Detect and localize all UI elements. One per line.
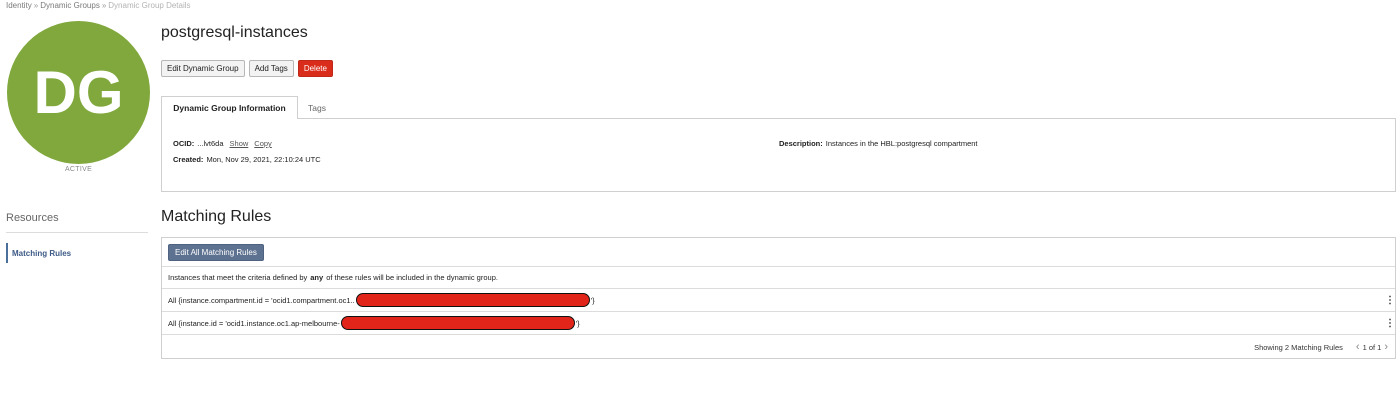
delete-button[interactable]: Delete: [297, 60, 333, 77]
ocid-label: OCID:: [173, 139, 195, 148]
created-row: Created: Mon, Nov 29, 2021, 22:10:24 UTC: [173, 155, 321, 164]
rules-description: Instances that meet the criteria defined…: [162, 267, 1395, 289]
rules-footer: Showing 2 Matching Rules ‹ 1 of 1 ›: [162, 335, 1395, 359]
edit-all-matching-rules-button[interactable]: Edit All Matching Rules: [168, 243, 264, 261]
rules-count: Showing 2 Matching Rules: [1254, 342, 1343, 352]
rules-description-before: Instances that meet the criteria defined…: [168, 273, 308, 282]
description-row: Description: Instances in the HBL:postgr…: [779, 139, 978, 148]
redaction-mark: [355, 293, 590, 307]
description-value: Instances in the HBL:postgresql compartm…: [825, 139, 978, 148]
show-ocid-link[interactable]: Show: [230, 139, 249, 148]
breadcrumb: Identity» Dynamic Groups» Dynamic Group De…: [6, 1, 191, 10]
breadcrumb-dynamic-groups[interactable]: Dynamic Groups: [40, 1, 100, 10]
resources-item-matching-rules[interactable]: Matching Rules: [6, 243, 71, 263]
rule-text-suffix: '}: [590, 295, 595, 305]
pagination: ‹ 1 of 1 ›: [1353, 341, 1391, 353]
breadcrumb-current: Dynamic Group Details: [108, 1, 191, 10]
page-title: postgresql-instances: [161, 24, 308, 41]
tab-dynamic-group-information[interactable]: Dynamic Group Information: [161, 96, 298, 119]
rule-text: All {instance.compartment.id = 'ocid1.co…: [168, 295, 355, 305]
rule-text-suffix: '}: [575, 318, 580, 328]
status-label: ACTIVE: [64, 166, 93, 173]
rules-description-emphasis: any: [310, 273, 324, 282]
matching-rules-panel: Edit All Matching Rules Instances that m…: [161, 237, 1396, 359]
copy-ocid-link[interactable]: Copy: [254, 139, 272, 148]
add-tags-button[interactable]: Add Tags: [248, 60, 294, 77]
ocid-value: ...lvt6da: [197, 139, 224, 148]
rule-row: All {instance.compartment.id = 'ocid1.co…: [162, 289, 1395, 312]
tab-tags[interactable]: Tags: [308, 96, 326, 119]
detail-tabs: Dynamic Group Information Tags: [161, 96, 1396, 119]
redaction-mark: [340, 316, 575, 330]
rules-description-after: of these rules will be included in the d…: [326, 273, 498, 282]
rule-text: All {instance.id = 'ocid1.instance.oc1.a…: [168, 318, 340, 328]
avatar-initials: DG: [33, 59, 124, 126]
resources-divider: [6, 232, 148, 233]
breadcrumb-separator: »: [101, 1, 107, 10]
action-bar: Edit Dynamic Group Add Tags Delete: [161, 60, 333, 77]
breadcrumb-identity[interactable]: Identity: [6, 1, 32, 10]
more-actions-icon[interactable]: ⋮: [1385, 294, 1395, 307]
section-title: Matching Rules: [161, 208, 272, 225]
edit-dynamic-group-button[interactable]: Edit Dynamic Group: [161, 60, 245, 77]
chevron-right-icon[interactable]: ›: [1381, 341, 1391, 353]
page-indicator: 1 of 1: [1362, 342, 1382, 352]
resource-avatar: DG: [7, 21, 150, 164]
breadcrumb-separator: »: [33, 1, 39, 10]
rule-row: All {instance.id = 'ocid1.instance.oc1.a…: [162, 312, 1395, 335]
rules-toolbar: Edit All Matching Rules: [162, 238, 1395, 267]
info-panel: OCID: ...lvt6da Show Copy Created: Mon, …: [161, 119, 1396, 192]
ocid-row: OCID: ...lvt6da Show Copy: [173, 139, 272, 148]
more-actions-icon[interactable]: ⋮: [1385, 317, 1395, 330]
description-label: Description:: [779, 139, 823, 148]
created-value: Mon, Nov 29, 2021, 22:10:24 UTC: [206, 155, 321, 164]
created-label: Created:: [173, 155, 204, 164]
chevron-left-icon[interactable]: ‹: [1353, 341, 1363, 353]
resources-title: Resources: [6, 212, 59, 224]
